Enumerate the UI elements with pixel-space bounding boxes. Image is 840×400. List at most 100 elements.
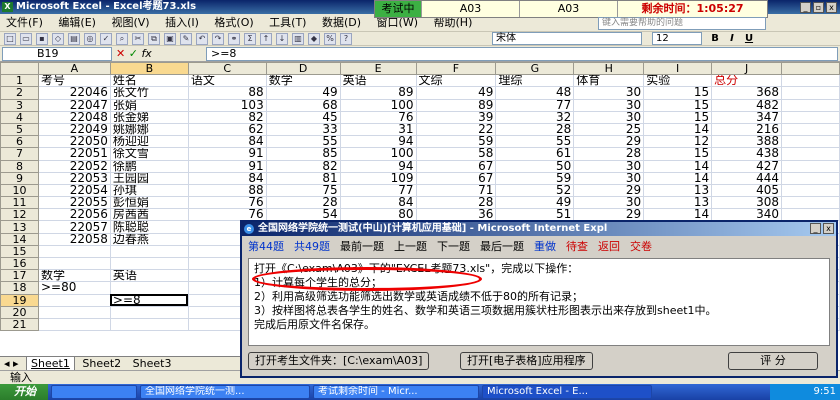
- autosum-icon[interactable]: Σ: [244, 33, 256, 45]
- close-icon[interactable]: x: [823, 223, 834, 234]
- row-header[interactable]: 5: [0, 122, 39, 137]
- menu-file[interactable]: 文件(F): [0, 14, 49, 32]
- italic-button[interactable]: I: [725, 33, 739, 45]
- cell[interactable]: 22056: [37, 208, 111, 222]
- cell[interactable]: 30: [573, 159, 645, 173]
- cell[interactable]: 22053: [37, 171, 111, 185]
- cell[interactable]: 84: [339, 196, 417, 210]
- cell[interactable]: 22057: [37, 220, 111, 234]
- cell[interactable]: 25: [573, 122, 645, 137]
- cell[interactable]: 边春燕: [109, 232, 189, 246]
- cell[interactable]: [781, 159, 840, 173]
- cell[interactable]: 32: [495, 110, 575, 124]
- help-search-input[interactable]: 键入需要帮助的问题: [598, 17, 766, 30]
- cell[interactable]: 84: [187, 171, 267, 185]
- submit-link[interactable]: 交卷: [630, 240, 652, 254]
- font-name-select[interactable]: 宋体: [492, 32, 642, 45]
- task-timer[interactable]: 考试剩余时间 - Micr...: [313, 385, 479, 399]
- row-header[interactable]: 15: [0, 244, 39, 259]
- copy-icon[interactable]: ⧉: [148, 33, 160, 45]
- cell[interactable]: 48: [495, 86, 575, 100]
- cell[interactable]: 216: [711, 122, 783, 137]
- cell[interactable]: 91: [187, 159, 267, 173]
- row-header[interactable]: 9: [0, 171, 39, 185]
- cell[interactable]: 22055: [37, 196, 111, 210]
- cell[interactable]: 杨迎迎: [109, 135, 189, 149]
- cell[interactable]: [781, 98, 840, 112]
- formula-input[interactable]: >=8: [206, 47, 838, 61]
- pending-link[interactable]: 待查: [566, 240, 588, 254]
- menu-tools[interactable]: 工具(T): [263, 14, 312, 32]
- cell[interactable]: [781, 183, 840, 198]
- cell[interactable]: 王园园: [109, 171, 189, 185]
- cell[interactable]: [37, 256, 111, 271]
- row-header[interactable]: 16: [0, 256, 39, 271]
- open-app-button[interactable]: 打开[电子表格]应用程序: [460, 352, 593, 370]
- cell[interactable]: 13: [643, 196, 713, 210]
- task-excel[interactable]: Microsoft Excel - E...: [482, 385, 652, 399]
- last-question-link[interactable]: 最后一题: [480, 240, 524, 254]
- column-header[interactable]: G: [495, 62, 575, 76]
- cell[interactable]: 100: [339, 147, 417, 161]
- cancel-entry-icon[interactable]: ✕: [116, 47, 125, 60]
- close-icon[interactable]: x: [826, 2, 837, 13]
- cell[interactable]: 张娟: [109, 98, 189, 112]
- cell[interactable]: [37, 244, 111, 259]
- cell[interactable]: 15: [643, 86, 713, 100]
- cell[interactable]: 89: [415, 98, 497, 112]
- redo-link[interactable]: 重做: [534, 240, 556, 254]
- name-box[interactable]: B19: [2, 47, 112, 61]
- task-exam-browser[interactable]: 全国网络学院统一测...: [140, 385, 310, 399]
- menu-view[interactable]: 视图(V): [105, 14, 155, 32]
- cell[interactable]: 55: [265, 135, 341, 149]
- tab-sheet1[interactable]: Sheet1: [26, 357, 75, 370]
- restore-icon[interactable]: ▫: [813, 2, 824, 13]
- cell[interactable]: 81: [265, 171, 341, 185]
- cell[interactable]: 58: [415, 147, 497, 161]
- print-preview-icon[interactable]: ◎: [84, 33, 96, 45]
- cell[interactable]: 31: [339, 122, 417, 137]
- cell[interactable]: 22047: [37, 98, 111, 112]
- new-icon[interactable]: □: [4, 33, 16, 45]
- open-folder-button[interactable]: 打开考生文件夹：[C:\exam\A03]: [248, 352, 430, 370]
- cell[interactable]: 45: [265, 110, 341, 124]
- cell[interactable]: 52: [495, 183, 575, 198]
- row-header[interactable]: 12: [0, 208, 39, 222]
- cell[interactable]: >=8: [109, 293, 189, 307]
- format-painter-icon[interactable]: ✎: [180, 33, 192, 45]
- cell[interactable]: 30: [573, 98, 645, 112]
- cell[interactable]: 14: [643, 159, 713, 173]
- cell[interactable]: 368: [711, 86, 783, 100]
- cell[interactable]: 28: [495, 122, 575, 137]
- cell[interactable]: 67: [415, 159, 497, 173]
- cell[interactable]: 14: [643, 122, 713, 137]
- menu-data[interactable]: 数据(D): [316, 14, 367, 32]
- column-header[interactable]: H: [573, 62, 645, 76]
- column-header[interactable]: E: [339, 62, 417, 76]
- cell[interactable]: 22: [415, 122, 497, 137]
- tab-scroll-icon[interactable]: ◂ ▸: [0, 357, 23, 370]
- cell[interactable]: 22052: [37, 159, 111, 173]
- cell[interactable]: 100: [339, 98, 417, 112]
- row-header[interactable]: 18: [0, 281, 39, 295]
- cell[interactable]: 英语: [339, 74, 417, 88]
- cell[interactable]: 388: [711, 135, 783, 149]
- cell[interactable]: 405: [711, 183, 783, 198]
- cell[interactable]: 22058: [37, 232, 111, 246]
- cell[interactable]: 444: [711, 171, 783, 185]
- cell[interactable]: 82: [187, 110, 267, 124]
- cell[interactable]: 88: [187, 183, 267, 198]
- cell[interactable]: 房茜茜: [109, 208, 189, 222]
- cell[interactable]: 91: [187, 147, 267, 161]
- cell[interactable]: 30: [573, 196, 645, 210]
- cell[interactable]: 103: [187, 98, 267, 112]
- first-question-link[interactable]: 最前一题: [340, 240, 384, 254]
- cell[interactable]: >=80: [37, 281, 111, 295]
- column-header[interactable]: D: [265, 62, 341, 76]
- column-header[interactable]: A: [37, 62, 111, 76]
- cell[interactable]: 22049: [37, 122, 111, 137]
- sort-ascending-icon[interactable]: ↑: [260, 33, 272, 45]
- cell[interactable]: 88: [187, 86, 267, 100]
- cell[interactable]: [781, 122, 840, 137]
- cell[interactable]: 94: [339, 159, 417, 173]
